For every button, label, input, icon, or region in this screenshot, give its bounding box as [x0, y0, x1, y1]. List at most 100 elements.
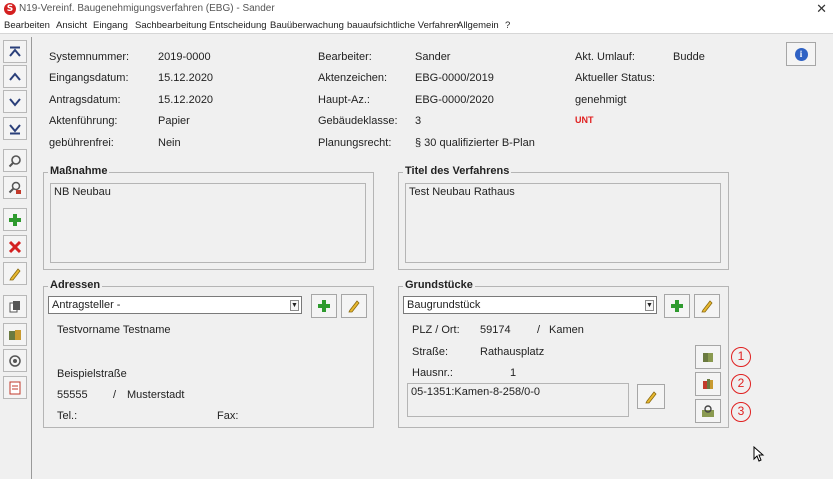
menu-allgemein[interactable]: Allgemein — [457, 20, 499, 31]
side-button-3[interactable] — [695, 399, 721, 423]
grundstuecke-group: Grundstücke Baugrundstück ▼ PLZ / Ort: 5… — [398, 279, 729, 428]
hausnr-value: 1 — [510, 367, 517, 379]
add-icon — [671, 300, 683, 312]
chevron-down-icon[interactable]: ▼ — [290, 300, 299, 311]
copy-button[interactable] — [3, 295, 27, 318]
add-button[interactable] — [3, 208, 27, 231]
last-record-icon — [9, 123, 21, 134]
vertical-toolbar — [0, 37, 32, 479]
edit-flurstueck-button[interactable] — [637, 384, 665, 409]
fax-label: Fax: — [217, 410, 239, 422]
badge-3: 3 — [731, 402, 751, 422]
window-title: N19-Vereinf. Baugenehmigungsverfahren (E… — [19, 3, 275, 14]
previous-record-icon — [9, 71, 21, 81]
haupt-az-label: Haupt-Az.: — [318, 94, 370, 106]
planungsrecht-value: § 30 qualifizierter B-Plan — [415, 137, 535, 149]
menu-entscheidung[interactable]: Entscheidung — [209, 20, 267, 31]
first-record-icon — [9, 46, 21, 57]
side-button-1[interactable] — [695, 345, 721, 369]
search-person-button[interactable] — [3, 176, 27, 199]
copy-icon — [9, 300, 20, 312]
address-slash: / — [113, 389, 117, 401]
eingangsdatum-value: 15.12.2020 — [158, 72, 214, 84]
menu-help[interactable]: ? — [505, 20, 510, 31]
address-zip: 55555 — [57, 389, 88, 401]
umlauf-value: Budde — [673, 51, 705, 63]
ort-value: Kamen — [549, 324, 584, 336]
search-button[interactable] — [3, 149, 27, 172]
umlauf-label: Akt. Umlauf: — [575, 51, 635, 63]
delete-icon — [8, 240, 22, 253]
search-icon — [8, 154, 21, 167]
edit-button[interactable] — [3, 262, 27, 285]
search-person-icon — [8, 181, 21, 194]
status-label: Aktueller Status: — [575, 72, 656, 84]
badge-1: 1 — [731, 347, 751, 367]
previous-record-button[interactable] — [3, 65, 27, 88]
aktenzeichen-value: EBG-0000/2019 — [415, 72, 494, 84]
delete-button[interactable] — [3, 235, 27, 258]
status-value: genehmigt — [575, 94, 627, 106]
menu-ansicht[interactable]: Ansicht — [56, 20, 87, 31]
book-icon — [703, 353, 713, 362]
side-button-2[interactable] — [695, 372, 721, 396]
strasse-value: Rathausplatz — [480, 346, 545, 358]
bearbeiter-label: Bearbeiter: — [318, 51, 372, 63]
eye-icon — [9, 354, 21, 367]
grundstueck-combo[interactable]: Baugrundstück ▼ — [403, 296, 657, 314]
menu-bauueberwachung[interactable]: Bauüberwachung — [270, 20, 344, 31]
document-button[interactable] — [3, 376, 27, 399]
people-icon — [9, 329, 21, 340]
flurstueck-field[interactable]: 05-1351:Kamen-8-258/0-0 — [407, 383, 629, 417]
aktenzeichen-label: Aktenzeichen: — [318, 72, 388, 84]
next-record-icon — [9, 97, 21, 107]
titel-textarea[interactable]: Test Neubau Rathaus — [405, 183, 721, 263]
people-button[interactable] — [3, 323, 27, 346]
systemnummer-value: 2019-0000 — [158, 51, 211, 63]
last-record-button[interactable] — [3, 117, 27, 140]
massnahme-textarea[interactable]: NB Neubau — [50, 183, 366, 263]
antragsdatum-value: 15.12.2020 — [158, 94, 214, 106]
tel-label: Tel.: — [57, 410, 78, 422]
add-address-button[interactable] — [311, 294, 337, 318]
first-record-button[interactable] — [3, 40, 27, 63]
info-icon: i — [794, 47, 808, 61]
strasse-label: Straße: — [412, 346, 449, 358]
pencil-icon — [9, 267, 21, 280]
aktenfuehrung-value: Papier — [158, 115, 190, 127]
grundstueck-combo-value: Baugrundstück — [407, 299, 481, 311]
adressen-title: Adressen — [48, 279, 103, 291]
menu-bearbeiten[interactable]: Bearbeiten — [4, 20, 50, 31]
app-logo-icon: S — [4, 3, 16, 15]
document-icon — [9, 381, 21, 394]
menu-bauaufsichtliche-verfahren[interactable]: bauaufsichtliche Verfahren — [347, 20, 459, 31]
massnahme-group: Maßnahme NB Neubau — [43, 165, 374, 270]
titel-title: Titel des Verfahrens — [403, 165, 512, 177]
next-record-button[interactable] — [3, 90, 27, 113]
planungsrecht-label: Planungsrecht: — [318, 137, 392, 149]
adressen-combo-value: Antragsteller - — [52, 299, 121, 311]
menu-eingang[interactable]: Eingang — [93, 20, 128, 31]
menu-sachbearbeitung[interactable]: Sachbearbeitung — [135, 20, 207, 31]
close-icon[interactable]: ✕ — [816, 1, 827, 17]
edit-address-button[interactable] — [341, 294, 367, 318]
haupt-az-value: EBG-0000/2020 — [415, 94, 494, 106]
address-street: Beispielstraße — [57, 368, 127, 380]
address-city: Musterstadt — [127, 389, 185, 401]
unt-badge: UNT — [575, 115, 594, 125]
edit-grundstueck-button[interactable] — [694, 294, 720, 318]
pencil-icon — [701, 300, 713, 313]
badge-2: 2 — [731, 374, 751, 394]
add-grundstueck-button[interactable] — [664, 294, 690, 318]
adressen-combo[interactable]: Antragsteller - ▼ — [48, 296, 302, 314]
info-button[interactable]: i — [786, 42, 816, 66]
add-icon — [9, 213, 21, 226]
plz-slash: / — [537, 324, 541, 336]
eingangsdatum-label: Eingangsdatum: — [49, 72, 129, 84]
hausnr-label: Hausnr.: — [412, 367, 453, 379]
chevron-down-icon[interactable]: ▼ — [645, 300, 654, 311]
books-icon — [703, 379, 713, 389]
plz-label: PLZ / Ort: — [412, 324, 460, 336]
eye-button[interactable] — [3, 349, 27, 372]
main-panel: Systemnummer: 2019-0000 Eingangsdatum: 1… — [33, 37, 833, 479]
